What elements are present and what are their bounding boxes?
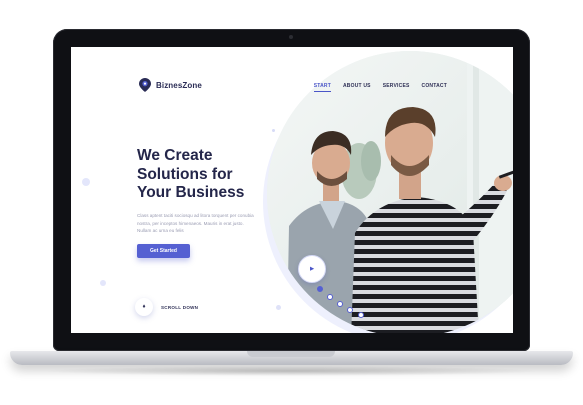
camera-dot (289, 35, 293, 39)
play-icon: ▶ (310, 266, 314, 272)
hero-title-line: Your Business (137, 184, 245, 201)
brand-name: BiznesZone (156, 80, 202, 90)
hero-image-circle (267, 51, 513, 333)
scroll-down-button[interactable]: ♦ (135, 298, 153, 316)
nav-link-about-us[interactable]: ABOUT US (343, 83, 371, 92)
slider-dot[interactable] (347, 307, 353, 313)
slider-dot[interactable] (337, 301, 343, 307)
main-nav: START ABOUT US SERVICES CONTACT (313, 83, 447, 92)
hero-photo-two-men-at-whiteboard (267, 51, 513, 333)
location-pin-logo-icon (139, 78, 151, 92)
scroll-down-control[interactable]: ♦ SCROLL DOWN (135, 298, 198, 316)
get-started-button[interactable]: Get Started (137, 244, 190, 258)
slider-dot[interactable] (327, 294, 333, 300)
play-video-button[interactable]: ▶ (298, 255, 326, 283)
decorative-dot (82, 178, 90, 186)
brand-logo[interactable]: BiznesZone (139, 78, 202, 92)
product-mockup: BiznesZone START ABOUT US SERVICES CONTA… (0, 0, 583, 405)
laptop-hinge-notch (247, 351, 335, 357)
nav-link-services[interactable]: SERVICES (383, 83, 410, 92)
nav-link-contact[interactable]: CONTACT (422, 83, 447, 92)
diamond-icon: ♦ (142, 304, 146, 310)
hero-title: We Create Solutions for Your Business (137, 147, 287, 203)
decorative-dot (100, 280, 106, 286)
slider-dot[interactable] (358, 312, 364, 318)
hero-title-line: We Create (137, 147, 213, 164)
hero-description: Class aptent taciti sociosqu ad litora t… (137, 213, 254, 233)
site-header: BiznesZone START ABOUT US SERVICES CONTA… (71, 47, 513, 92)
slider-dot[interactable] (317, 286, 323, 292)
scroll-down-label: SCROLL DOWN (161, 304, 199, 310)
hero-title-line: Solutions for (137, 165, 233, 183)
laptop-shadow (40, 366, 543, 376)
nav-link-start[interactable]: START (313, 83, 331, 92)
laptop-screen: BiznesZone START ABOUT US SERVICES CONTA… (71, 47, 513, 333)
